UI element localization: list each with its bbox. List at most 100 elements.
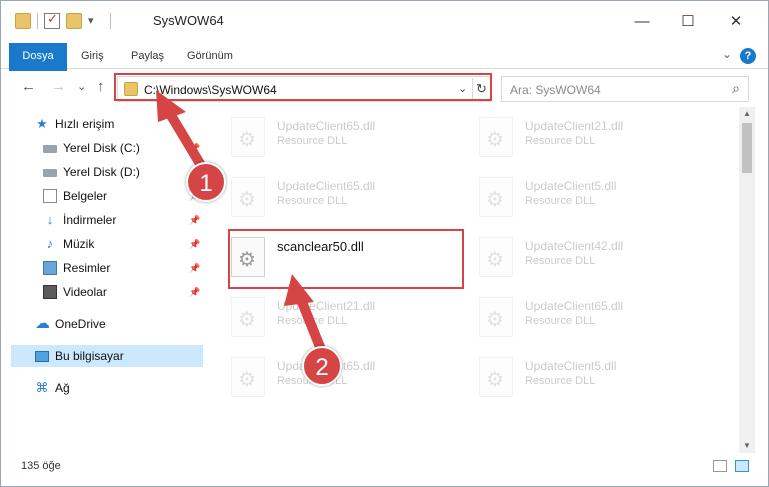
search-input[interactable]: Ara: SysWOW64 ⌕ <box>501 76 749 102</box>
cloud-icon: ☁ <box>35 315 50 332</box>
network-icon: ⌘ <box>35 380 49 395</box>
sidebar-item-label: İndirmeler <box>63 213 117 227</box>
file-item[interactable]: UpdateClient65.dll Resource DLL <box>223 351 463 409</box>
file-name: UpdateClient5.dll <box>525 359 617 373</box>
sidebar-item-downloads[interactable]: ↓ İndirmeler 📌 <box>1 209 206 231</box>
tab-share[interactable]: Paylaş <box>131 43 164 69</box>
sidebar-item-network[interactable]: ⌘ Ağ <box>1 377 206 399</box>
file-type: Resource DLL <box>525 375 596 387</box>
up-button[interactable]: ↑ <box>97 78 105 95</box>
properties-icon[interactable] <box>44 11 60 29</box>
details-view-icon[interactable] <box>713 460 727 472</box>
dll-file-icon <box>479 357 513 397</box>
search-icon[interactable]: ⌕ <box>732 80 740 97</box>
close-button[interactable]: ✕ <box>713 9 759 35</box>
sidebar-item-this-pc[interactable]: Bu bilgisayar <box>11 345 203 367</box>
sidebar-item-onedrive[interactable]: ☁ OneDrive <box>1 313 206 335</box>
computer-icon <box>35 350 49 362</box>
file-item[interactable]: UpdateClient65.dll Resource DLL <box>471 291 711 349</box>
sidebar-item-local-disk-c[interactable]: Yerel Disk (C:) 📌 <box>1 137 206 159</box>
dll-file-icon <box>231 357 265 397</box>
sidebar-item-label: Bu bilgisayar <box>55 349 124 363</box>
sidebar-item-local-disk-d[interactable]: Yerel Disk (D:) <box>1 161 206 183</box>
dll-file-icon <box>231 177 265 217</box>
file-type: Resource DLL <box>525 135 596 147</box>
sidebar-item-pictures[interactable]: Resimler 📌 <box>1 257 206 279</box>
dll-file-icon <box>231 117 265 157</box>
pin-icon[interactable]: 📌 <box>189 287 200 298</box>
sidebar-item-label: Yerel Disk (C:) <box>63 141 140 155</box>
back-button[interactable]: ← <box>21 78 36 95</box>
pin-icon[interactable]: 📌 <box>189 215 200 226</box>
navigation-pane: ★ Hızlı erişim Yerel Disk (C:) 📌 Yerel D… <box>1 107 206 453</box>
videos-icon <box>43 285 57 299</box>
sidebar-item-documents[interactable]: Belgeler 📌 <box>1 185 206 207</box>
scroll-down-icon[interactable]: ▼ <box>739 439 755 453</box>
pin-icon[interactable]: 📌 <box>189 143 200 154</box>
documents-icon <box>43 189 57 203</box>
status-bar: 135 öğe <box>1 455 768 479</box>
file-item[interactable]: UpdateClient21.dll Resource DLL <box>471 111 711 169</box>
minimize-button[interactable]: — <box>619 9 665 35</box>
file-type: Resource DLL <box>277 195 348 207</box>
file-item[interactable]: UpdateClient5.dll Resource DLL <box>471 171 711 229</box>
folder-icon <box>15 13 31 29</box>
customize-toolbar-icon[interactable]: ▾ <box>88 13 104 29</box>
dll-file-icon <box>479 297 513 337</box>
vertical-scrollbar[interactable]: ▲ ▼ <box>739 107 755 453</box>
sidebar-item-quick-access[interactable]: ★ Hızlı erişim <box>1 113 206 135</box>
music-icon: ♪ <box>46 236 54 251</box>
star-icon: ★ <box>36 116 48 131</box>
sidebar-item-videos[interactable]: Videolar 📌 <box>1 281 206 303</box>
file-name: UpdateClient42.dll <box>525 239 624 253</box>
file-name: UpdateClient21.dll <box>277 299 376 313</box>
file-name: UpdateClient65.dll <box>277 179 376 193</box>
file-item[interactable]: UpdateClient65.dll Resource DLL <box>223 171 463 229</box>
large-icons-view-icon[interactable] <box>735 460 749 472</box>
sidebar-item-music[interactable]: ♪ Müzik 📌 <box>1 233 206 255</box>
file-type: Resource DLL <box>525 195 596 207</box>
title-bar: ▾ SysWOW64 — ☐ ✕ <box>1 1 768 41</box>
file-item[interactable]: UpdateClient42.dll Resource DLL <box>471 231 711 289</box>
dll-file-icon <box>479 237 513 277</box>
sidebar-item-label: Resimler <box>63 261 111 275</box>
maximize-button[interactable]: ☐ <box>665 9 711 35</box>
file-type: Resource DLL <box>277 135 348 147</box>
separator <box>110 13 111 29</box>
forward-button[interactable]: → <box>51 78 66 95</box>
step-2-badge: 2 <box>302 346 342 386</box>
file-name: UpdateClient65.dll <box>525 299 624 313</box>
dll-file-icon <box>231 297 265 337</box>
pin-icon[interactable]: 📌 <box>189 263 200 274</box>
recent-locations-button[interactable]: ⌄ <box>77 80 86 93</box>
downloads-icon: ↓ <box>46 212 54 227</box>
sidebar-item-label: Videolar <box>63 285 107 299</box>
scroll-thumb[interactable] <box>742 123 752 173</box>
ribbon-tabs: Dosya Giriş Paylaş Görünüm ⌄ ? <box>1 43 768 101</box>
quick-access-toolbar: ▾ <box>15 11 111 29</box>
item-count: 135 öğe <box>21 460 61 472</box>
tab-home[interactable]: Giriş <box>81 43 104 69</box>
address-highlight-box <box>114 73 492 101</box>
tab-view[interactable]: Görünüm <box>187 43 233 69</box>
file-type: Resource DLL <box>525 255 596 267</box>
help-icon[interactable]: ? <box>740 48 756 64</box>
sidebar-item-label: Yerel Disk (D:) <box>63 165 140 179</box>
scroll-up-icon[interactable]: ▲ <box>739 107 755 121</box>
file-item[interactable]: UpdateClient65.dll Resource DLL <box>223 111 463 169</box>
drive-icon <box>43 169 57 177</box>
file-name: UpdateClient21.dll <box>525 119 624 133</box>
file-item[interactable]: UpdateClient21.dll Resource DLL <box>223 291 463 349</box>
search-placeholder: Ara: SysWOW64 <box>510 83 601 97</box>
file-highlight-box <box>228 229 464 289</box>
separator <box>37 13 38 29</box>
file-item[interactable]: UpdateClient5.dll Resource DLL <box>471 351 711 409</box>
drive-icon <box>43 145 57 153</box>
sidebar-item-label: Ağ <box>55 381 70 395</box>
pictures-icon <box>43 261 57 275</box>
expand-ribbon-icon[interactable]: ⌄ <box>722 47 732 61</box>
sidebar-item-label: Müzik <box>63 237 95 251</box>
file-type: Resource DLL <box>277 315 348 327</box>
new-folder-icon[interactable] <box>66 13 82 29</box>
pin-icon[interactable]: 📌 <box>189 239 200 250</box>
